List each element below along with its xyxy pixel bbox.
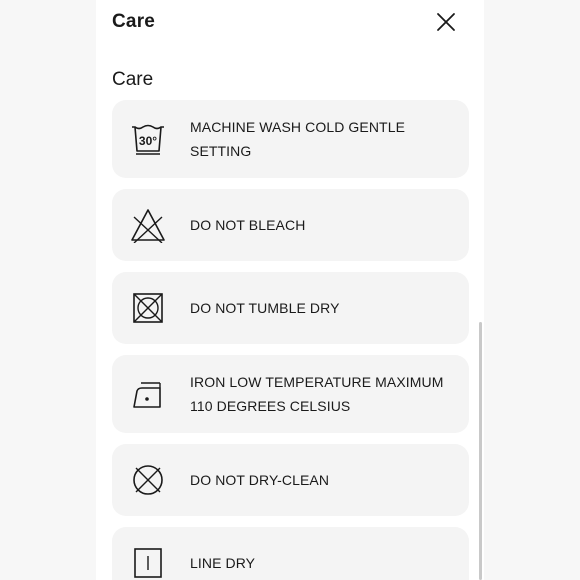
care-modal: Care Care 30° MACHINE WASH COLD GENTLE S… <box>96 0 484 580</box>
section-title: Care <box>112 69 154 90</box>
list-item: DO NOT BLEACH <box>112 189 469 261</box>
list-item: DO NOT TUMBLE DRY <box>112 272 469 344</box>
care-item-label: LINE DRY <box>190 555 256 571</box>
backdrop-left <box>0 0 96 580</box>
iron-low-icon <box>130 376 166 412</box>
close-icon <box>437 13 455 31</box>
line-dry-icon <box>130 545 166 580</box>
do-not-dry-clean-icon <box>130 462 166 498</box>
list-item: IRON LOW TEMPERATURE MAXIMUM 110 DEGREES… <box>112 355 469 433</box>
care-item-label: DO NOT TUMBLE DRY <box>190 300 340 316</box>
care-item-label: DO NOT DRY-CLEAN <box>190 472 330 488</box>
care-item-label: DO NOT BLEACH <box>190 217 306 233</box>
close-button[interactable] <box>434 10 458 34</box>
do-not-bleach-icon <box>130 207 166 244</box>
list-item: LINE DRY <box>112 527 469 580</box>
do-not-tumble-dry-icon <box>130 290 166 326</box>
care-item-label: IRON LOW TEMPERATURE MAXIMUM 110 DEGREES… <box>190 374 444 414</box>
list-item: 30° MACHINE WASH COLD GENTLE SETTING <box>112 100 469 178</box>
wash-temp-label: 30° <box>139 134 157 148</box>
scrollbar[interactable] <box>479 322 482 580</box>
modal-header: Care <box>112 8 468 36</box>
list-item: DO NOT DRY-CLEAN <box>112 444 469 516</box>
modal-title: Care <box>112 11 156 32</box>
care-item-label: MACHINE WASH COLD GENTLE SETTING <box>190 119 406 159</box>
backdrop-right <box>484 0 580 580</box>
machine-wash-30-icon: 30° <box>130 121 166 157</box>
